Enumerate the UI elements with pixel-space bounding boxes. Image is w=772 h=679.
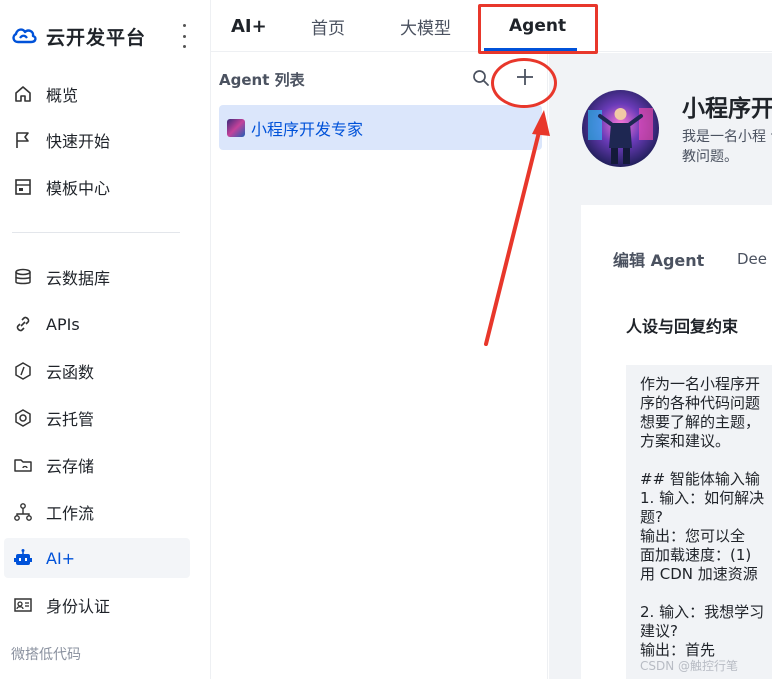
sidebar-item-ai[interactable]: AI+ [4, 538, 190, 578]
template-icon [12, 176, 34, 198]
tab-models[interactable]: 大模型 [400, 0, 451, 52]
sidebar-item-storage[interactable]: 云存储 [4, 445, 190, 485]
sidebar-item-quickstart[interactable]: 快速开始 [4, 120, 190, 160]
sidebar-item-label: 云数据库 [46, 269, 111, 288]
app-name: 云开发平台 [46, 26, 147, 49]
prompt-line: 题? [640, 508, 663, 526]
sidebar-item-functions[interactable]: 云函数 [4, 351, 190, 391]
sidebar-item-label: 云函数 [46, 363, 95, 382]
persona-prompt-input[interactable]: 作为一名小程序开 序的各种代码问题 想要了解的主题， 方案和建议。 ## 智能体… [626, 365, 772, 679]
folder-icon [12, 454, 34, 476]
prompt-line: 作为一名小程序开 [640, 375, 761, 393]
model-selector[interactable]: Dee [737, 250, 767, 268]
sidebar-item-workflow[interactable]: 工作流 [4, 492, 190, 532]
id-card-icon [12, 594, 34, 616]
agent-name: 小程序开发专家 [251, 119, 364, 139]
sidebar-item-label: APIs [46, 314, 80, 334]
agent-description: 我是一名小程 请教问题。 [682, 129, 772, 165]
prompt-line: 序的各种代码问题 [640, 394, 761, 412]
agent-list-item[interactable]: 小程序开发专家 [219, 105, 542, 150]
prompt-line: 1. 输入：如何解决 [640, 489, 765, 507]
agent-avatar [582, 90, 659, 167]
sidebar-item-label: 快速开始 [46, 132, 111, 151]
agent-thumbnail [227, 118, 245, 137]
sidebar-item-label: 模板中心 [46, 179, 111, 198]
agent-tab-highlight [478, 4, 598, 54]
sidebar-group-label: 微搭低代码 [11, 647, 81, 663]
prompt-line: 方案和建议。 [640, 432, 731, 450]
tab-home[interactable]: 首页 [311, 0, 345, 52]
prompt-line: 2. 输入：我想学习 [640, 603, 765, 621]
persona-section-title: 人设与回复约束 [626, 317, 739, 336]
sidebar-item-label: 身份认证 [46, 597, 111, 616]
add-button-highlight [491, 58, 557, 108]
prompt-line: 输出：您可以全 [640, 527, 746, 545]
home-icon [12, 83, 34, 105]
sidebar-item-templates[interactable]: 模板中心 [4, 167, 190, 207]
agent-title: 小程序开 [682, 96, 772, 122]
sidebar-item-label: 工作流 [46, 504, 95, 523]
search-icon[interactable] [472, 69, 490, 87]
sidebar-item-auth[interactable]: 身份认证 [4, 585, 190, 625]
prompt-line: 面加载速度：(1) [640, 546, 752, 564]
section-title: AI+ [231, 15, 267, 37]
function-icon [12, 360, 34, 382]
brand[interactable]: 云开发平台 [10, 22, 146, 50]
prompt-line: 想要了解的主题， [640, 413, 761, 431]
flag-icon [12, 129, 34, 151]
robot-icon [12, 547, 34, 569]
sidebar-item-label: 概览 [46, 86, 79, 105]
hexagon-icon [12, 407, 34, 429]
sidebar-item-label: 云托管 [46, 410, 95, 429]
sidebar-item-label: AI+ [46, 548, 76, 568]
prompt-line: 用 CDN 加速资源 [640, 565, 758, 583]
prompt-line: ## 智能体输入输 [640, 470, 760, 488]
agent-list-title: Agent 列表 [219, 71, 305, 89]
database-icon [12, 266, 34, 288]
prompt-line: 建议? [640, 622, 678, 640]
more-menu-icon[interactable] [178, 24, 190, 48]
agent-detail-panel: 小程序开 我是一名小程 请教问题。 编辑 Agent Dee 人设与回复约束 作… [549, 53, 772, 679]
cloud-logo-icon [12, 28, 37, 44]
prompt-line [640, 584, 772, 603]
edit-agent-label: 编辑 Agent [613, 251, 705, 270]
sidebar-divider [12, 232, 180, 233]
sidebar-item-hosting[interactable]: 云托管 [4, 398, 190, 438]
sidebar-item-label: 云存储 [46, 457, 95, 476]
sidebar-item-apis[interactable]: APIs [4, 304, 190, 344]
prompt-line [640, 451, 772, 470]
agent-list-panel: Agent 列表 小程序开发专家 [211, 53, 548, 679]
sidebar: 云开发平台 概览 快速开始 模板中心 云数据库 APIs 云函数 云托管 云存储… [0, 0, 211, 679]
workflow-icon [12, 501, 34, 523]
sidebar-item-database[interactable]: 云数据库 [4, 257, 190, 297]
link-icon [12, 313, 34, 335]
agent-config-card: 编辑 Agent Dee 人设与回复约束 作为一名小程序开 序的各种代码问题 想… [581, 205, 772, 679]
sidebar-item-overview[interactable]: 概览 [4, 74, 190, 114]
watermark: CSDN @触控行笔 [640, 659, 739, 673]
